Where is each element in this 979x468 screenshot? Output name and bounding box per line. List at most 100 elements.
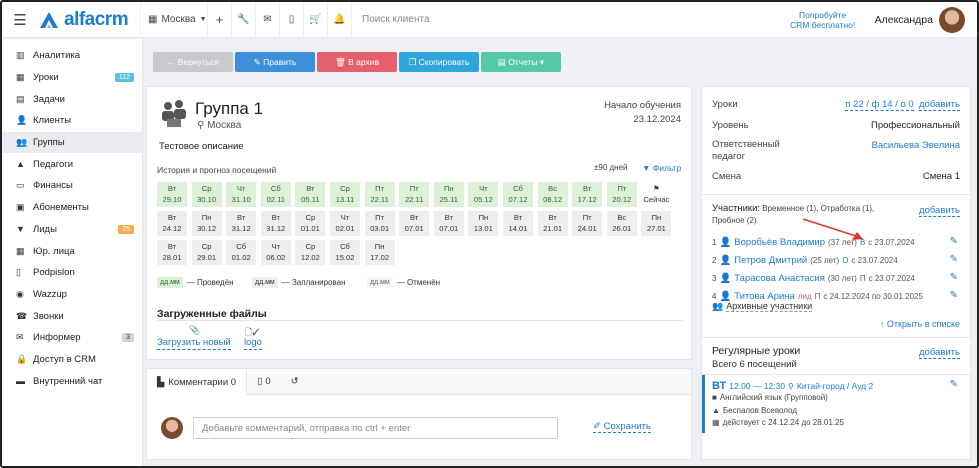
- reports-button[interactable]: ▤ Отчеты ▾: [481, 52, 561, 72]
- lesson-cell[interactable]: Вт 31.12: [260, 211, 291, 236]
- lesson-cell[interactable]: Вт 29.10: [157, 182, 187, 207]
- lesson-date-label: 07.01: [404, 223, 424, 233]
- sidebar-item-3[interactable]: ▤ Задачи: [2, 88, 142, 110]
- days-range[interactable]: ±90 дней: [594, 163, 628, 172]
- lesson-cell[interactable]: Чт 06.02: [260, 240, 291, 265]
- lesson-cell[interactable]: Пт 03.01: [364, 211, 395, 236]
- lesson-cell[interactable]: Вс 26.01: [606, 211, 637, 236]
- sidebar-item-13[interactable]: ☎ Звонки: [2, 305, 142, 327]
- sidebar-item-5[interactable]: 👥 Группы: [2, 131, 142, 154]
- sidebar-item-11[interactable]: ▯ Podpislon: [2, 262, 142, 284]
- sidebar-item-10[interactable]: ▦ Юр. лица: [2, 240, 142, 262]
- sidebar-item-4[interactable]: 👤 Клиенты: [2, 110, 142, 132]
- sidebar-item-12[interactable]: ◉ Wazzup: [2, 284, 142, 306]
- participant-name[interactable]: Петров Дмитрий: [734, 255, 807, 266]
- edit-icon[interactable]: ✎: [950, 254, 958, 265]
- filter-button[interactable]: ▼ Фильтр: [642, 163, 681, 173]
- archive-participants-link[interactable]: 👥 Архивные участники: [712, 301, 813, 312]
- participant-name[interactable]: Тарасова Анастасия: [734, 273, 825, 284]
- city-select[interactable]: ▦ Москва ▼: [140, 2, 207, 38]
- sidebar-item-16[interactable]: ▬ Внутренний чат: [2, 370, 142, 392]
- divider: [702, 337, 970, 338]
- tab-files[interactable]: ▯ 0: [247, 369, 281, 394]
- menu-icon[interactable]: ☰: [2, 2, 38, 38]
- lesson-cell[interactable]: Вт 31.12: [226, 211, 257, 236]
- lesson-cell[interactable]: Сб 07.12: [503, 182, 533, 207]
- lesson-cell[interactable]: Чт 05.12: [468, 182, 499, 207]
- add-icon[interactable]: +: [207, 2, 231, 38]
- mobile-icon[interactable]: ▯: [279, 2, 303, 38]
- lesson-cell[interactable]: Пн 30.12: [191, 211, 222, 236]
- lessons-label: Уроки: [712, 99, 738, 110]
- sidebar-item-label: Абонементы: [33, 202, 89, 214]
- sidebar-item-6[interactable]: ▲ Педагоги: [2, 153, 142, 175]
- lesson-cell[interactable]: Вт 07.01: [399, 211, 430, 236]
- sidebar-item-15[interactable]: 🔒 Доступ в CRM: [2, 349, 142, 371]
- tab-history[interactable]: ↺: [281, 369, 309, 394]
- lesson-cell[interactable]: Пт 24.01: [572, 211, 603, 236]
- edit-icon[interactable]: ✎: [950, 236, 958, 247]
- edit-icon[interactable]: ✎: [950, 379, 958, 390]
- sidebar-item-1[interactable]: ▥ Аналитика: [2, 45, 142, 67]
- group-city: ⚲ Москва: [197, 120, 241, 131]
- save-comment-button[interactable]: ✐ Сохранить: [593, 421, 651, 433]
- legend-done: дд.мм — Проведён: [157, 277, 234, 288]
- lesson-cell[interactable]: Пт 20.12: [606, 182, 637, 207]
- promo-link[interactable]: Попробуйте CRM бесплатно!: [783, 10, 863, 30]
- teacher-link[interactable]: Васильева Эвелина: [872, 140, 960, 151]
- lesson-cell[interactable]: Сб 02.11: [260, 182, 291, 207]
- lesson-cell[interactable]: Ср 29.01: [191, 240, 222, 265]
- edit-button[interactable]: ✎ Править: [235, 52, 315, 72]
- sidebar-item-9[interactable]: ▼ Лиды 25: [2, 219, 142, 241]
- lesson-cell[interactable]: Чт 31.10: [226, 182, 257, 207]
- mail-icon[interactable]: ✉: [255, 2, 279, 38]
- upload-link[interactable]: Загрузить новый: [157, 337, 231, 350]
- lesson-cell[interactable]: Сб 01.02: [226, 240, 257, 265]
- sidebar-item-14[interactable]: ✉ Информер 3: [2, 327, 142, 349]
- lesson-cell[interactable]: Вт 21.01: [537, 211, 568, 236]
- lesson-cell[interactable]: Пн 25.11: [433, 182, 464, 207]
- user-menu[interactable]: Александра: [863, 6, 977, 33]
- edit-icon[interactable]: ✎: [950, 290, 958, 301]
- lesson-cell[interactable]: Пн 27.01: [641, 211, 672, 236]
- lesson-cell[interactable]: Пн 17.02: [364, 240, 395, 265]
- cart-icon[interactable]: 🛒: [303, 2, 327, 38]
- comment-input[interactable]: Добавьте комментарий, отправка по ctrl +…: [193, 417, 558, 439]
- lesson-cell[interactable]: Ср 12.02: [295, 240, 326, 265]
- file-link-logo[interactable]: logo: [244, 337, 262, 350]
- lesson-cell[interactable]: Вт 07.01: [433, 211, 464, 236]
- lesson-cell[interactable]: Сб 15.02: [330, 240, 360, 265]
- sidebar-item-2[interactable]: ▦ Уроки 112: [2, 67, 142, 89]
- logo[interactable]: alfacrm: [38, 9, 140, 31]
- open-list-link[interactable]: ↑ Открыть в списке: [880, 319, 960, 329]
- lesson-cell[interactable]: Чт 02.01: [330, 211, 360, 236]
- lesson-cell[interactable]: Ср 13.11: [330, 182, 360, 207]
- back-button[interactable]: ← Вернуться: [153, 52, 233, 72]
- copy-button[interactable]: ❐ Скопировать: [399, 52, 479, 72]
- sidebar-item-8[interactable]: ▣ Абонементы: [2, 197, 142, 219]
- lesson-cell[interactable]: Пн 13.01: [468, 211, 499, 236]
- wrench-icon[interactable]: 🔧: [231, 2, 255, 38]
- lesson-cell[interactable]: Вс 08.12: [537, 182, 568, 207]
- lessons-count-link[interactable]: п 22 / ф 14 / о 0: [845, 99, 914, 111]
- lesson-cell[interactable]: Вт 24.12: [157, 211, 187, 236]
- add-lesson-link[interactable]: добавить: [919, 99, 960, 111]
- lesson-cell[interactable]: Ср 01.01: [295, 211, 326, 236]
- lesson-cell[interactable]: Ср 30.10: [191, 182, 222, 207]
- sidebar-item-7[interactable]: ▭ Финансы: [2, 175, 142, 197]
- edit-icon[interactable]: ✎: [950, 272, 958, 283]
- archive-button[interactable]: 🗑 В архив: [317, 52, 397, 72]
- lesson-cell[interactable]: Пт 22.11: [364, 182, 395, 207]
- lesson-cell[interactable]: Вт 28.01: [157, 240, 187, 265]
- add-regular-link[interactable]: добавить: [919, 347, 960, 359]
- lesson-cell[interactable]: Вт 14.01: [503, 211, 533, 236]
- bell-icon[interactable]: 🔔: [327, 2, 351, 38]
- lesson-cell[interactable]: Пт 22.11: [399, 182, 430, 207]
- lesson-cell[interactable]: Вт 17.12: [572, 182, 603, 207]
- add-participant-link[interactable]: добавить: [919, 205, 960, 217]
- search-input[interactable]: Поиск клиента: [351, 2, 651, 38]
- lesson-date-label: 03.01: [370, 223, 390, 233]
- tab-comments[interactable]: ▙ Комментарии 0: [147, 369, 248, 396]
- lesson-cell[interactable]: Вт 05.11: [295, 182, 326, 207]
- lesson-header[interactable]: ВТ 12:00 — 12:30 ⚲ Китай-город / Ауд 2: [712, 380, 873, 392]
